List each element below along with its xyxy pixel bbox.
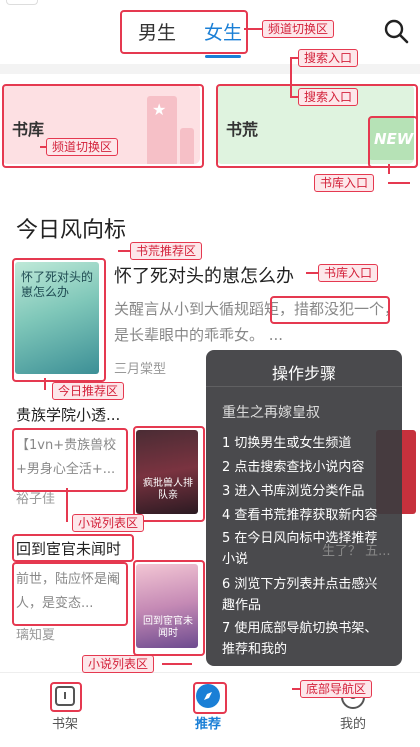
annotation-leader — [388, 164, 390, 174]
annotation-label: 书库入口 — [314, 174, 375, 192]
status-pill — [6, 0, 38, 5]
featured-title[interactable]: 怀了死对头的崽怎么办 — [114, 262, 294, 288]
nav-label-recommend: 推荐 — [194, 717, 221, 732]
popup-step: 3 进入书库浏览分类作品 — [222, 484, 365, 499]
search-button[interactable] — [383, 18, 409, 44]
annotation-leader — [292, 688, 300, 690]
featured-author: 三月棠型 — [114, 362, 167, 377]
list-item-title: 贵族学院小透... — [16, 406, 121, 424]
annotation-label: 搜索入口 — [298, 49, 359, 67]
annotation-label: 书库入口 — [318, 264, 379, 282]
annotation-box-nav-shelf — [50, 682, 82, 712]
popup-divider — [206, 386, 402, 387]
annotation-label: 搜索入口 — [298, 88, 359, 106]
annotation-label: 书荒推荐区 — [130, 242, 203, 260]
popup-step: 2 点击搜索查找小说内容 — [222, 460, 365, 475]
annotation-label: 频道切换区 — [46, 138, 119, 156]
annotation-leader — [44, 378, 46, 390]
annotation-label: 小说列表区 — [82, 655, 155, 673]
tab-active-indicator — [205, 55, 241, 58]
annotation-leader — [162, 663, 192, 665]
annotation-box-list-cover-1 — [133, 426, 205, 522]
annotation-label: 底部导航区 — [300, 680, 373, 698]
nav-label-mine: 我的 — [339, 717, 366, 732]
annotation-label: 今日推荐区 — [52, 382, 125, 400]
annotation-leader — [40, 146, 46, 148]
annotation-label: 小说列表区 — [72, 514, 145, 532]
annotation-box-list-cover-2 — [133, 560, 205, 656]
popup-subtitle: 重生之再嫁皇叔 — [222, 405, 320, 421]
annotation-box-featured-cover — [12, 258, 106, 382]
annotation-leader — [118, 250, 130, 252]
annotation-box-list-desc-1 — [12, 428, 128, 492]
steps-popup: 操作步骤 重生之再嫁皇叔 生了？ 五... 1 切换男生或女生频道 2 点击搜索… — [206, 350, 402, 666]
list-item-author: 璃知夏 — [16, 628, 56, 643]
annotation-box-desc-frag — [270, 296, 390, 324]
popup-step: 1 切换男生或女生频道 — [222, 436, 352, 451]
nav-label-shelf: 书架 — [51, 717, 78, 732]
section-title: 今日风向标 — [16, 218, 127, 243]
annotation-leader — [244, 28, 262, 30]
annotation-leader — [290, 96, 298, 98]
popup-step: 7 使用底部导航切换书架、推荐和我的 — [222, 621, 378, 657]
search-icon — [384, 19, 409, 44]
popup-step: 5 在今日风向标中选择推荐小说 — [222, 531, 378, 567]
annotation-box-channel — [120, 10, 248, 54]
annotation-box-list-title-2 — [12, 534, 134, 562]
popup-title: 操作步骤 — [271, 364, 336, 383]
annotation-leader — [290, 57, 292, 97]
popup-step: 4 查看书荒推荐获取新内容 — [222, 508, 378, 523]
annotation-leader — [66, 488, 68, 522]
annotation-leader — [388, 182, 410, 184]
annotation-box-nav-recommend — [193, 682, 227, 714]
annotation-box-new — [368, 116, 418, 168]
annotation-label: 频道切换区 — [262, 20, 335, 38]
annotation-leader — [306, 272, 318, 274]
popup-step: 6 浏览下方列表并点击感兴趣作品 — [222, 577, 378, 613]
annotation-box-list-desc-2 — [12, 562, 128, 626]
